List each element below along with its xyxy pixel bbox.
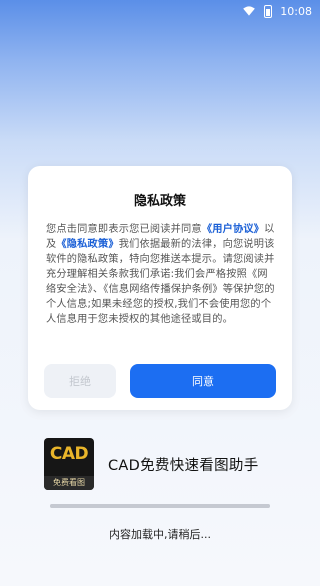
dialog-title: 隐私政策 — [133, 194, 186, 209]
dialog-body: 您点击同意即表示您已阅读并同意《用户协议》以及《隐私政策》我们依据最新的法律，向… — [46, 222, 276, 327]
app-name: CAD免费快速看图助手 — [108, 457, 259, 474]
app-logo: CAD 免费看图 — [44, 438, 94, 490]
loading-text: 内容加载中,请稍后... — [109, 528, 211, 541]
app-logo-subtext: 免费看图 — [44, 476, 94, 490]
app-logo-text: CAD — [49, 444, 89, 464]
loading-progress-bar — [50, 504, 270, 508]
privacy-policy-link[interactable]: 《隐私政策》 — [56, 239, 118, 250]
wifi-icon — [243, 6, 256, 16]
status-time: 10:08 — [280, 4, 312, 18]
body-prefix: 您点击同意即表示您已阅读并同意 — [46, 224, 202, 235]
reject-button[interactable]: 拒绝 — [44, 364, 116, 398]
status-bar: 10:08 — [0, 0, 320, 24]
body-rest: 我们依据最新的法律，向您说明该软件的隐私政策，特向您推送本提示。请您阅读并充分理… — [46, 239, 275, 325]
loading-progress-fill — [50, 504, 270, 508]
user-agreement-link[interactable]: 《用户协议》 — [202, 224, 264, 235]
privacy-dialog: 隐私政策 您点击同意即表示您已阅读并同意《用户协议》以及《隐私政策》我们依据最新… — [28, 166, 292, 410]
battery-icon — [264, 4, 273, 18]
agree-button[interactable]: 同意 — [130, 364, 276, 398]
app-info: CAD 免费看图 CAD免费快速看图助手 — [44, 436, 259, 492]
status-icons: 10:08 — [242, 4, 312, 18]
